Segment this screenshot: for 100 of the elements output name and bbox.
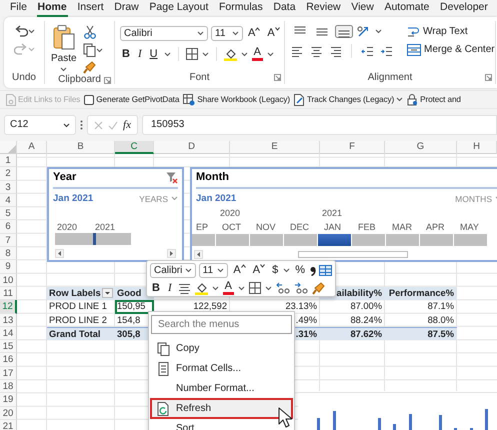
caret-icon[interactable] xyxy=(212,286,219,290)
bold-button[interactable]: B xyxy=(120,48,132,60)
row-header[interactable]: 2 xyxy=(0,167,17,181)
align-center-icon[interactable] xyxy=(310,44,323,58)
search-field[interactable]: Search the menus xyxy=(151,315,292,334)
menu-item[interactable]: Number Format... xyxy=(151,379,292,398)
increase-decimal-icon[interactable] xyxy=(276,282,290,294)
decrease-font-button[interactable]: A xyxy=(265,27,282,40)
caret-icon[interactable] xyxy=(396,97,404,102)
caret-icon[interactable] xyxy=(63,122,70,128)
italic-button[interactable]: I xyxy=(166,282,174,294)
row-header[interactable]: 10 xyxy=(0,274,17,287)
row-header[interactable]: 11 xyxy=(0,286,17,300)
caret-icon[interactable] xyxy=(60,67,68,72)
font-name-select[interactable]: Calibri xyxy=(150,263,196,278)
underline-button[interactable]: U xyxy=(148,48,160,60)
caret-icon[interactable] xyxy=(217,268,224,273)
font-name-select[interactable]: Calibri xyxy=(120,26,208,41)
increase-font-button[interactable]: A xyxy=(246,27,262,40)
align-center-icon[interactable] xyxy=(178,282,191,294)
format-painter-icon[interactable] xyxy=(82,61,97,74)
more-options-icon[interactable] xyxy=(80,120,83,130)
dialog-launcher-icon[interactable] xyxy=(104,76,111,84)
column-header[interactable]: A xyxy=(17,141,47,154)
scroll-left-icon[interactable] xyxy=(55,249,64,258)
caret-icon[interactable] xyxy=(266,52,274,56)
menu-tab[interactable]: File xyxy=(9,1,28,17)
menu-item[interactable]: Refresh xyxy=(151,399,292,418)
column-header[interactable]: D xyxy=(154,141,230,154)
row-header[interactable]: 21 xyxy=(0,420,17,430)
caret-icon[interactable] xyxy=(96,48,103,52)
caret-icon[interactable] xyxy=(238,286,245,290)
fill-color-icon[interactable] xyxy=(224,48,237,60)
row-header[interactable]: 4 xyxy=(0,194,17,208)
column-header[interactable]: G xyxy=(385,141,457,154)
column-header[interactable]: F xyxy=(320,141,385,154)
row-header[interactable]: 12 xyxy=(0,300,17,314)
toolbar-button[interactable]: Protect and xyxy=(407,94,461,106)
toolbar-button[interactable]: Track Changes (Legacy) xyxy=(294,94,404,106)
menu-tab[interactable]: Review xyxy=(305,1,342,17)
menu-item[interactable]: Format Cells... xyxy=(151,359,292,378)
row-header[interactable]: 9 xyxy=(0,260,17,274)
row-header[interactable]: 3 xyxy=(0,180,17,194)
timeline-segment[interactable] xyxy=(93,233,131,246)
menu-tab[interactable]: Page Layout xyxy=(148,1,210,17)
font-size-select[interactable]: 11 xyxy=(211,26,243,41)
caret-icon[interactable] xyxy=(28,29,35,34)
timeline-segment[interactable] xyxy=(318,234,351,246)
row-header[interactable]: 18 xyxy=(0,380,17,394)
text-orientation-icon[interactable] xyxy=(357,25,371,38)
caret-icon[interactable] xyxy=(202,52,209,56)
checkbox-option[interactable]: Generate GetPivotData xyxy=(84,94,180,104)
borders-icon[interactable] xyxy=(248,282,261,294)
italic-button[interactable]: I xyxy=(136,48,144,60)
font-color-button[interactable]: A xyxy=(252,47,263,61)
row-header[interactable]: 8 xyxy=(0,247,17,260)
caret-icon[interactable] xyxy=(232,31,239,36)
percent-button[interactable]: % xyxy=(293,264,307,277)
paste-button[interactable]: Paste xyxy=(51,21,77,74)
dialog-launcher-icon[interactable] xyxy=(274,74,281,81)
row-header[interactable]: 20 xyxy=(0,406,17,420)
caret-icon[interactable] xyxy=(184,268,192,273)
row-header[interactable]: 17 xyxy=(0,366,17,380)
row-header[interactable]: 16 xyxy=(0,353,17,367)
row-header[interactable]: 1 xyxy=(0,154,17,168)
format-painter-icon[interactable] xyxy=(312,282,326,294)
scroll-right-icon[interactable] xyxy=(167,249,176,258)
column-header[interactable]: C xyxy=(115,141,154,154)
font-size-select[interactable]: 11 xyxy=(198,263,228,278)
dialog-launcher-icon[interactable] xyxy=(485,74,492,81)
row-header[interactable]: 13 xyxy=(0,314,17,327)
column-header[interactable]: H xyxy=(457,141,497,154)
checkbox[interactable] xyxy=(84,94,94,104)
currency-button[interactable]: $ xyxy=(270,264,280,277)
row-header[interactable]: 15 xyxy=(0,340,17,354)
insert-function-button[interactable]: fx xyxy=(123,118,131,132)
menu-tab[interactable]: Developer xyxy=(439,1,489,17)
filter-dropdown-icon[interactable] xyxy=(102,288,113,298)
align-right-icon[interactable] xyxy=(329,44,342,58)
align-left-icon[interactable] xyxy=(291,44,304,58)
toolbar-button[interactable]: Share Workbook (Legacy) xyxy=(183,94,290,106)
menu-tab[interactable]: Automate xyxy=(383,1,430,17)
decrease-decimal-icon[interactable] xyxy=(294,282,308,294)
menu-tab[interactable]: Data xyxy=(272,1,297,17)
cut-icon[interactable] xyxy=(82,25,97,39)
menu-tab[interactable]: View xyxy=(350,1,375,17)
undo-icon[interactable] xyxy=(14,25,28,38)
row-header[interactable]: 7 xyxy=(0,234,17,248)
row-header[interactable]: 6 xyxy=(0,220,17,234)
increase-indent-icon[interactable] xyxy=(380,44,393,58)
caret-icon[interactable] xyxy=(283,268,290,273)
menu-tab[interactable]: Insert xyxy=(76,1,105,17)
menu-tab[interactable]: Formulas xyxy=(218,1,264,17)
wrap-text-button[interactable]: Wrap Text xyxy=(405,25,497,38)
merge-center-button[interactable]: Merge & Center xyxy=(405,44,497,56)
clear-filter-icon[interactable] xyxy=(166,172,178,184)
caret-icon[interactable] xyxy=(164,52,171,56)
caret-icon[interactable] xyxy=(375,29,382,34)
decrease-font-button[interactable]: A xyxy=(250,264,268,277)
row-header[interactable]: 5 xyxy=(0,207,17,220)
